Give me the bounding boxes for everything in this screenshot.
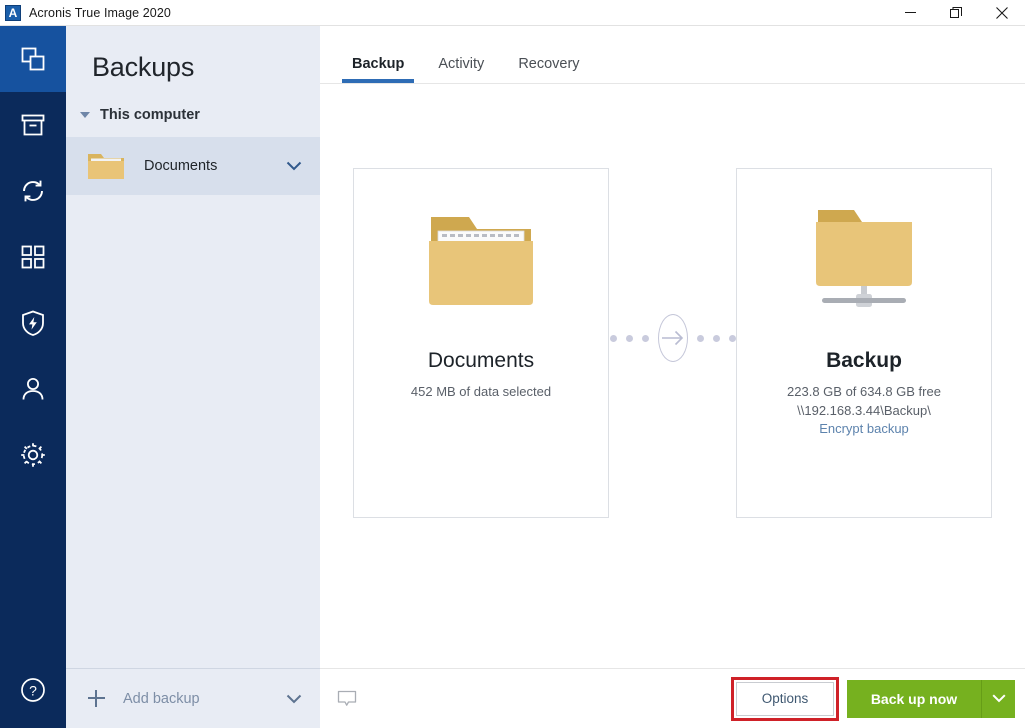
tab-recovery[interactable]: Recovery (508, 56, 589, 83)
destination-icon-area (737, 169, 991, 347)
source-subtitle: 452 MB of data selected (410, 384, 552, 399)
backup-list-panel: Backups This computer Documents Add back… (66, 26, 320, 728)
window-title: Acronis True Image 2020 (29, 5, 171, 20)
navigation-rail: ? (0, 26, 66, 728)
tree-group-this-computer[interactable]: This computer (66, 104, 320, 126)
archive-box-icon (21, 114, 45, 136)
chevron-down-icon (991, 694, 1006, 703)
dot (713, 334, 720, 342)
rail-item-tools[interactable] (0, 224, 66, 290)
flow-connector (610, 308, 736, 368)
dot (729, 334, 736, 342)
triangle-expanded-icon (80, 112, 90, 118)
destination-free-space: 223.8 GB of 634.8 GB free (787, 384, 941, 399)
restore-button[interactable] (933, 0, 979, 25)
arrow-right-icon (662, 330, 684, 346)
gear-icon (21, 443, 45, 467)
rail-item-backup[interactable] (0, 26, 66, 92)
bottom-action-bar: Options Back up now (320, 668, 1025, 728)
backup-copies-icon (21, 47, 45, 71)
titlebar: A Acronis True Image 2020 (0, 0, 1025, 26)
destination-path: \\192.168.3.44\Backup\ (797, 403, 931, 418)
connector-dots-right (697, 334, 736, 342)
minimize-icon (904, 12, 916, 13)
network-folder-icon (816, 210, 912, 307)
backup-destination-card[interactable]: Backup 223.8 GB of 634.8 GB free \\192.1… (736, 168, 992, 518)
plus-icon (88, 690, 105, 707)
sync-arrows-icon (23, 180, 43, 202)
minimize-button[interactable] (887, 0, 933, 25)
svg-text:?: ? (29, 683, 37, 699)
add-backup-chevron-down-icon[interactable] (286, 694, 302, 704)
arrow-right-circle-icon (658, 314, 688, 362)
add-backup-button[interactable]: Add backup (66, 668, 320, 728)
backup-now-group: Back up now (847, 679, 1015, 718)
page-title: Backups (92, 52, 195, 82)
close-icon (996, 6, 1008, 19)
source-title: Documents (427, 349, 535, 372)
add-backup-label: Add backup (123, 690, 200, 707)
restore-icon (950, 6, 962, 18)
app-logo-icon: A (5, 4, 21, 21)
dot (642, 334, 649, 342)
dashboard-grid-icon (21, 245, 45, 269)
shield-bolt-icon (22, 310, 44, 336)
folder-icon (88, 154, 124, 179)
documents-folder-icon (429, 217, 533, 305)
rail-item-sync[interactable] (0, 158, 66, 224)
close-button[interactable] (979, 0, 1025, 25)
sidebar-item-documents[interactable]: Documents (66, 137, 320, 195)
backup-now-button[interactable]: Back up now (847, 679, 981, 718)
tab-bar: Backup Activity Recovery (320, 26, 1025, 84)
tab-backup[interactable]: Backup (342, 56, 415, 83)
encrypt-backup-link[interactable]: Encrypt backup (819, 421, 909, 436)
options-button[interactable]: Options (731, 676, 839, 721)
chevron-down-icon[interactable] (286, 161, 302, 171)
source-icon-area (354, 169, 608, 347)
rail-item-settings[interactable] (0, 422, 66, 488)
dot (610, 334, 617, 342)
rail-item-archive[interactable] (0, 92, 66, 158)
dot (626, 334, 633, 342)
rail-item-account[interactable] (0, 356, 66, 422)
backup-now-dropdown-button[interactable] (981, 679, 1015, 718)
tab-activity[interactable]: Activity (428, 56, 494, 83)
person-icon (22, 378, 44, 400)
backup-source-card[interactable]: Documents 452 MB of data selected (353, 168, 609, 518)
destination-title: Backup (826, 349, 902, 372)
help-question-icon: ? (21, 678, 45, 702)
help-button[interactable]: ? (0, 662, 66, 718)
main-content: Backup Activity Recovery Documents 452 M… (320, 26, 1025, 728)
comment-bubble-icon[interactable] (337, 689, 357, 709)
tree-group-label: This computer (100, 107, 200, 123)
connector-dots-left (610, 334, 649, 342)
sidebar-item-label: Documents (144, 158, 218, 174)
backup-flow: Documents 452 MB of data selected Backup… (320, 168, 1025, 520)
window-controls (887, 0, 1025, 25)
dot (697, 334, 704, 342)
rail-item-protection[interactable] (0, 290, 66, 356)
